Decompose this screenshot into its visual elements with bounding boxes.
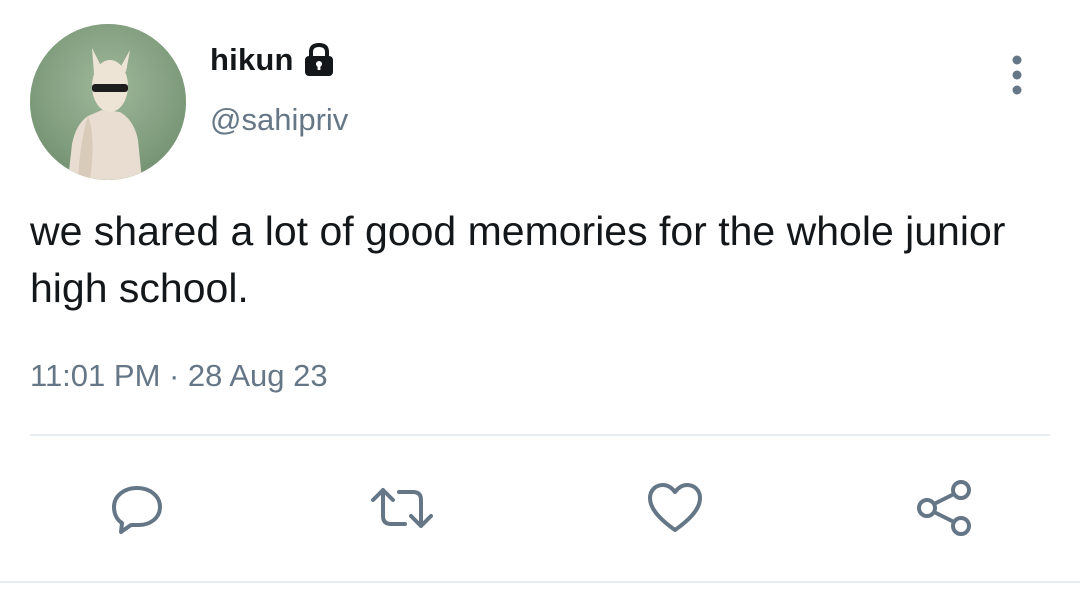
- tweet-timestamp[interactable]: 11:01 PM · 28 Aug 23: [30, 358, 328, 394]
- bottom-divider: [0, 581, 1080, 583]
- reply-icon: [109, 480, 165, 536]
- heart-icon: [646, 480, 704, 536]
- retweet-icon: [371, 480, 433, 536]
- tweet-text: we shared a lot of good memories for the…: [30, 208, 1006, 311]
- lock-icon: [302, 42, 336, 78]
- share-icon: [914, 478, 974, 538]
- like-button[interactable]: [645, 478, 705, 538]
- author-name-row: hikun: [210, 40, 336, 80]
- display-name[interactable]: hikun: [210, 42, 294, 78]
- more-vertical-icon[interactable]: [1002, 52, 1032, 98]
- avatar[interactable]: [30, 24, 186, 180]
- author-handle[interactable]: @sahipriv: [210, 102, 348, 138]
- retweet-button[interactable]: [371, 478, 433, 538]
- reply-button[interactable]: [107, 478, 167, 538]
- divider: [30, 434, 1050, 436]
- tweet-detail: hikun @sahipriv we shared a lot of good …: [0, 0, 1080, 600]
- share-button[interactable]: [914, 478, 974, 538]
